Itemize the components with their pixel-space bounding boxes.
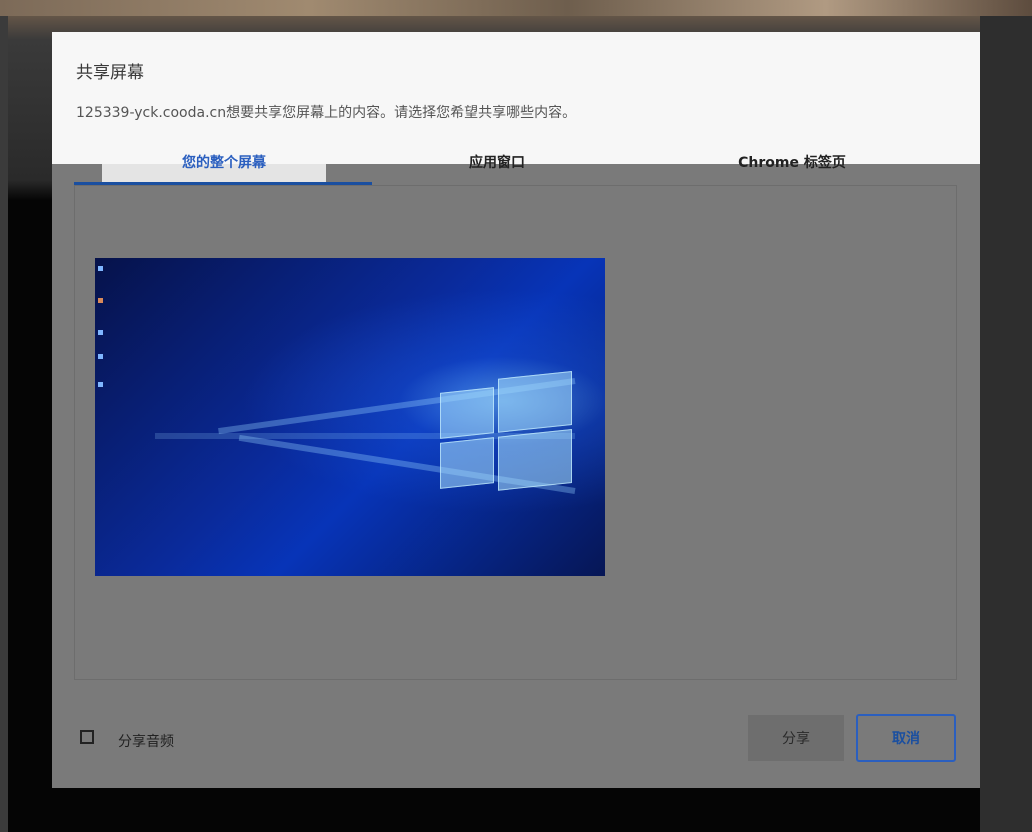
background-image-strip	[0, 0, 1032, 16]
desktop-icon	[98, 382, 103, 387]
logo-pane	[498, 428, 572, 491]
dialog-header-area	[52, 32, 980, 164]
logo-pane	[498, 370, 572, 433]
screen-thumbnail[interactable]	[95, 258, 605, 576]
windows-logo-icon	[440, 370, 572, 497]
share-button[interactable]: 分享	[748, 715, 844, 761]
tab-application-window[interactable]: 应用窗口	[382, 152, 612, 172]
dialog-title: 共享屏幕	[76, 63, 144, 83]
tab-entire-screen[interactable]: 您的整个屏幕	[74, 152, 374, 172]
share-audio-checkbox[interactable]	[80, 730, 94, 744]
logo-pane	[440, 437, 494, 489]
desktop-icon	[98, 298, 103, 303]
tab-chrome-tab[interactable]: Chrome 标签页	[662, 152, 922, 172]
backdrop-left-edge	[0, 16, 8, 832]
backdrop-right-edge	[980, 16, 1032, 832]
desktop-icon	[98, 330, 103, 335]
logo-pane	[440, 387, 494, 439]
desktop-icon	[98, 266, 103, 271]
share-audio-label: 分享音频	[118, 734, 174, 750]
share-screen-dialog: 共享屏幕 125339-yck.cooda.cn想要共享您屏幕上的内容。请选择您…	[52, 32, 980, 788]
dialog-description: 125339-yck.cooda.cn想要共享您屏幕上的内容。请选择您希望共享哪…	[76, 105, 577, 121]
desktop-icon	[98, 354, 103, 359]
screen-picker-panel	[74, 185, 957, 680]
cancel-button[interactable]: 取消	[856, 714, 956, 762]
